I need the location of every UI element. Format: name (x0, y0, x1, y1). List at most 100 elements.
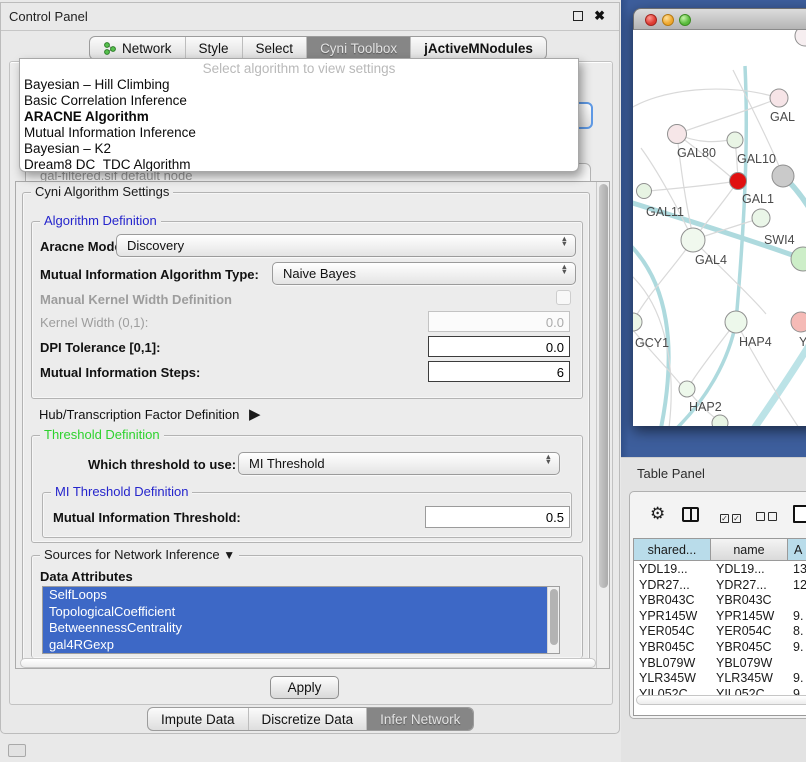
select-all-columns-icon[interactable]: ✓✓ (720, 509, 744, 524)
mi-algorithm-type-combo[interactable]: Naive Bayes ▲▼ (272, 262, 576, 285)
list-vertical-scrollbar[interactable] (547, 587, 559, 653)
node-gal4[interactable] (681, 228, 705, 252)
mi-steps-field[interactable]: 6 (428, 361, 570, 382)
table-horizontal-scrollbar[interactable] (636, 695, 806, 705)
tab-infer-network[interactable]: Infer Network (367, 708, 473, 730)
mi-type-label: Mutual Information Algorithm Type: (40, 267, 259, 282)
mi-threshold-label: Mutual Information Threshold: (53, 510, 241, 525)
node-label: HAP2 (689, 400, 722, 414)
scrollbar-thumb[interactable] (550, 589, 558, 645)
dropdown-prompt: Select algorithm to view settings (20, 61, 578, 77)
node-swi4[interactable] (791, 247, 806, 271)
float-window-icon[interactable] (573, 11, 583, 21)
mi-threshold-field[interactable]: 0.5 (425, 506, 570, 528)
collapsed-panel-grip[interactable] (8, 744, 26, 757)
tab-select[interactable]: Select (243, 37, 308, 59)
node-label: GAL11 (646, 205, 684, 219)
close-panel-icon[interactable]: ✖ (594, 8, 605, 24)
dropdown-item[interactable]: Basic Correlation Inference (20, 93, 578, 109)
table-row[interactable]: YDR27...YDR27...12 (634, 577, 806, 593)
node-gal-partial[interactable] (770, 89, 788, 107)
node-gray[interactable] (772, 165, 794, 187)
node-gcy1[interactable] (633, 313, 642, 331)
table-row[interactable]: YDL19...YDL19...13 (634, 561, 806, 577)
node-gal10[interactable] (727, 132, 743, 148)
network-view-window: GAL GAL80 GAL10 GAL1 GAL11 SWI4 GAL4 GCY… (633, 8, 806, 426)
export-table-icon[interactable] (793, 505, 806, 523)
node-gal11[interactable] (637, 184, 652, 199)
which-threshold-combo[interactable]: MI Threshold ▲▼ (238, 452, 560, 475)
dropdown-item-selected[interactable]: ARACNE Algorithm (20, 109, 578, 125)
node-unnamed[interactable] (795, 30, 806, 46)
node-salmon[interactable] (791, 312, 806, 332)
panel-title: Control Panel (9, 9, 88, 24)
dropdown-item[interactable]: Bayesian – Hill Climbing (20, 77, 578, 93)
table-row[interactable]: YBR043CYBR043C (634, 592, 806, 608)
node-hap2[interactable] (679, 381, 695, 397)
mi-threshold-group: MI Threshold Definition Mutual Informati… (42, 492, 572, 538)
list-item[interactable]: gal4RGexp (43, 637, 547, 654)
list-item[interactable]: TopologicalCoefficient (43, 604, 547, 621)
dpi-tolerance-label: DPI Tolerance [0,1]: (40, 340, 160, 355)
settings-horizontal-scrollbar[interactable] (20, 658, 596, 668)
table-toolbar: ⚙ ✓✓ (630, 502, 806, 530)
node-label: GAL1 (742, 192, 774, 206)
column-header-name[interactable]: name (711, 539, 788, 561)
dropdown-item[interactable]: Mutual Information Inference (20, 125, 578, 141)
kernel-width-field[interactable]: 0.0 (428, 311, 570, 332)
node-label: SWI4 (764, 233, 795, 247)
group-title: Cyni Algorithm Settings (31, 184, 173, 199)
column-header-shared-name[interactable]: shared... (634, 539, 711, 561)
group-title: MI Threshold Definition (51, 484, 192, 499)
gear-icon[interactable]: ⚙ (650, 504, 665, 524)
table-row[interactable]: YBL079WYBL079W (634, 655, 806, 671)
node-hap4[interactable] (725, 311, 747, 333)
apply-button[interactable]: Apply (270, 676, 339, 699)
kernel-width-label: Kernel Width (0,1): (40, 315, 148, 330)
table-row[interactable]: YER054CYER054C8. (634, 623, 806, 639)
node-gal1[interactable] (752, 209, 770, 227)
scrollbar-thumb[interactable] (599, 184, 608, 588)
application-root: Control Panel ✖ Network Style Select Cyn… (0, 0, 806, 762)
list-item[interactable]: SelfLoops (43, 587, 547, 604)
algorithm-dropdown-popup: Select algorithm to view settings Bayesi… (19, 58, 579, 172)
cyni-settings-scrollpane: Cyni Algorithm Settings Algorithm Defini… (15, 181, 610, 669)
aracne-mode-combo[interactable]: Discovery ▲▼ (116, 234, 576, 257)
tab-impute-data[interactable]: Impute Data (148, 708, 249, 730)
column-header-partial[interactable]: A (788, 539, 806, 561)
table-row[interactable]: YLR345WYLR345W9. (634, 670, 806, 686)
deselect-all-columns-icon[interactable] (756, 509, 780, 524)
node-label: GAL10 (737, 152, 776, 166)
tab-style[interactable]: Style (186, 37, 243, 59)
data-attributes-label: Data Attributes (40, 569, 133, 584)
dropdown-item[interactable]: Bayesian – K2 (20, 141, 578, 157)
list-item[interactable]: BetweennessCentrality (43, 620, 547, 637)
network-window-titlebar[interactable] (633, 8, 806, 30)
combo-stepper-icon: ▲▼ (561, 265, 568, 274)
sources-expander[interactable]: Sources for Network Inference ▼ (40, 547, 239, 562)
columns-icon[interactable] (682, 507, 699, 522)
network-graph: GAL GAL80 GAL10 GAL1 GAL11 SWI4 GAL4 GCY… (633, 30, 806, 426)
table-row[interactable]: YPR145WYPR145W9. (634, 608, 806, 624)
network-canvas[interactable]: GAL GAL80 GAL10 GAL1 GAL11 SWI4 GAL4 GCY… (633, 30, 806, 426)
tab-cyni-toolbox[interactable]: Cyni Toolbox (307, 37, 411, 59)
node-gal80[interactable] (668, 125, 687, 144)
dropdown-item[interactable]: Dream8 DC_TDC Algorithm (20, 157, 578, 172)
dpi-tolerance-field[interactable]: 0.0 (428, 336, 570, 357)
group-title: Threshold Definition (40, 427, 164, 442)
hub-definition-expander[interactable]: Hub/Transcription Factor Definition ▶ (39, 405, 339, 423)
node-selected-red[interactable] (730, 173, 747, 190)
table-row[interactable]: YBR045CYBR045C9. (634, 639, 806, 655)
node-bottom-partial[interactable] (712, 415, 728, 426)
tab-discretize-data[interactable]: Discretize Data (249, 708, 368, 730)
node-label: GAL (770, 110, 795, 124)
tab-jactivemnodules[interactable]: jActiveMNodules (411, 37, 546, 59)
tab-network[interactable]: Network (90, 37, 186, 59)
window-close-button[interactable] (645, 14, 657, 26)
control-panel-titlebar[interactable]: Control Panel ✖ (1, 3, 619, 31)
which-threshold-label: Which threshold to use: (88, 457, 236, 472)
window-zoom-button[interactable] (679, 14, 691, 26)
settings-vertical-scrollbar[interactable] (596, 182, 609, 668)
window-minimize-button[interactable] (662, 14, 674, 26)
manual-kernel-checkbox[interactable] (556, 290, 571, 305)
